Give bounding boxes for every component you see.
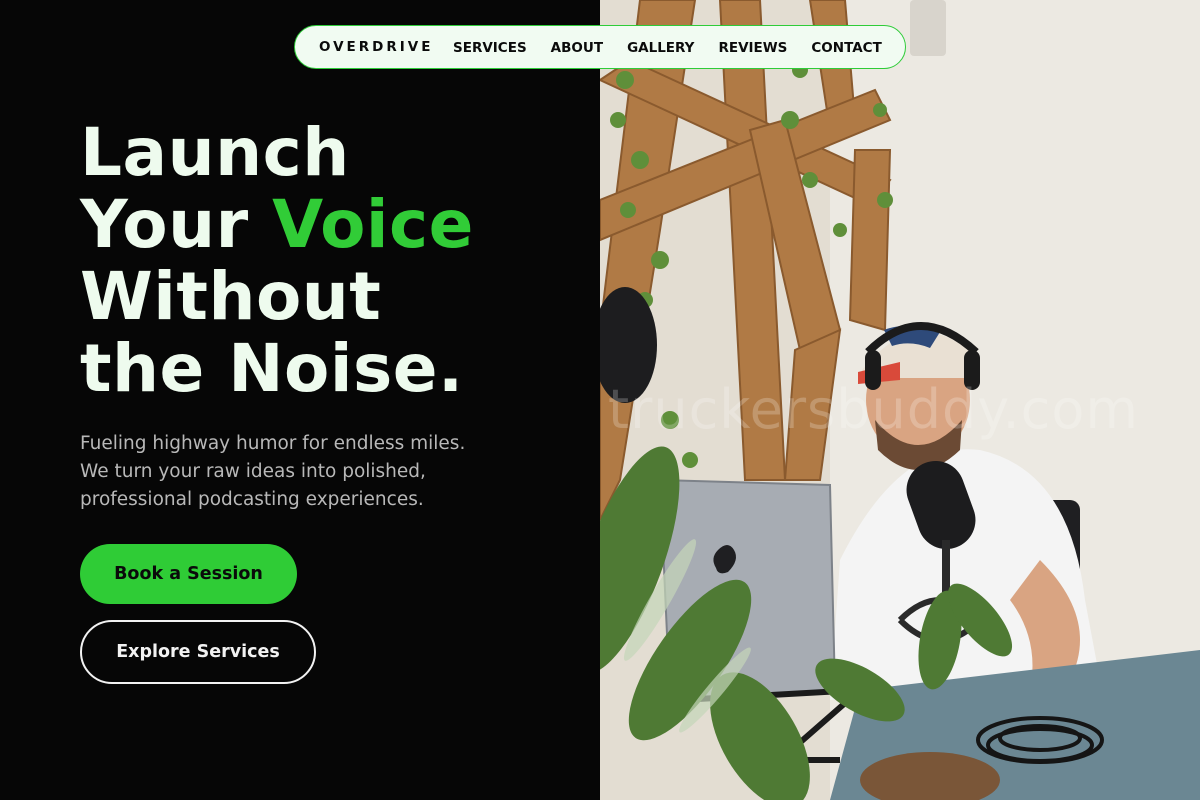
nav-link-reviews[interactable]: REVIEWS [718,40,787,56]
explore-services-button[interactable]: Explore Services [80,620,316,684]
hero-photo: truckersbuddy.com [600,0,1200,800]
nav-link-services[interactable]: SERVICES [453,40,527,56]
headline-accent-word: Voice [272,186,474,263]
subtitle-line-2: We turn your raw ideas into polished, [80,461,426,482]
subtitle-line-3: professional podcasting experiences. [80,489,424,510]
book-session-button[interactable]: Book a Session [80,544,297,604]
watermark-text: truckersbuddy.com [608,378,1140,441]
subtitle-line-1: Fueling highway humor for endless miles. [80,433,466,454]
brand-logo[interactable]: OVERDRIVE [319,39,433,55]
headline-line-1: Launch [80,114,350,191]
headline-line-4: the Noise. [80,330,464,407]
nav-link-gallery[interactable]: GALLERY [627,40,694,56]
headline-line-2a: Your [80,186,273,263]
hero-headline: Launch Your Voice Without the Noise. [80,117,474,405]
top-navigation: OVERDRIVE SERVICES ABOUT GALLERY REVIEWS… [294,25,906,69]
nav-links: SERVICES ABOUT GALLERY REVIEWS CONTACT [453,26,882,70]
headline-line-3: Without [80,258,382,335]
nav-link-contact[interactable]: CONTACT [811,40,881,56]
nav-link-about[interactable]: ABOUT [551,40,603,56]
hero-subtitle: Fueling highway humor for endless miles.… [80,430,540,514]
